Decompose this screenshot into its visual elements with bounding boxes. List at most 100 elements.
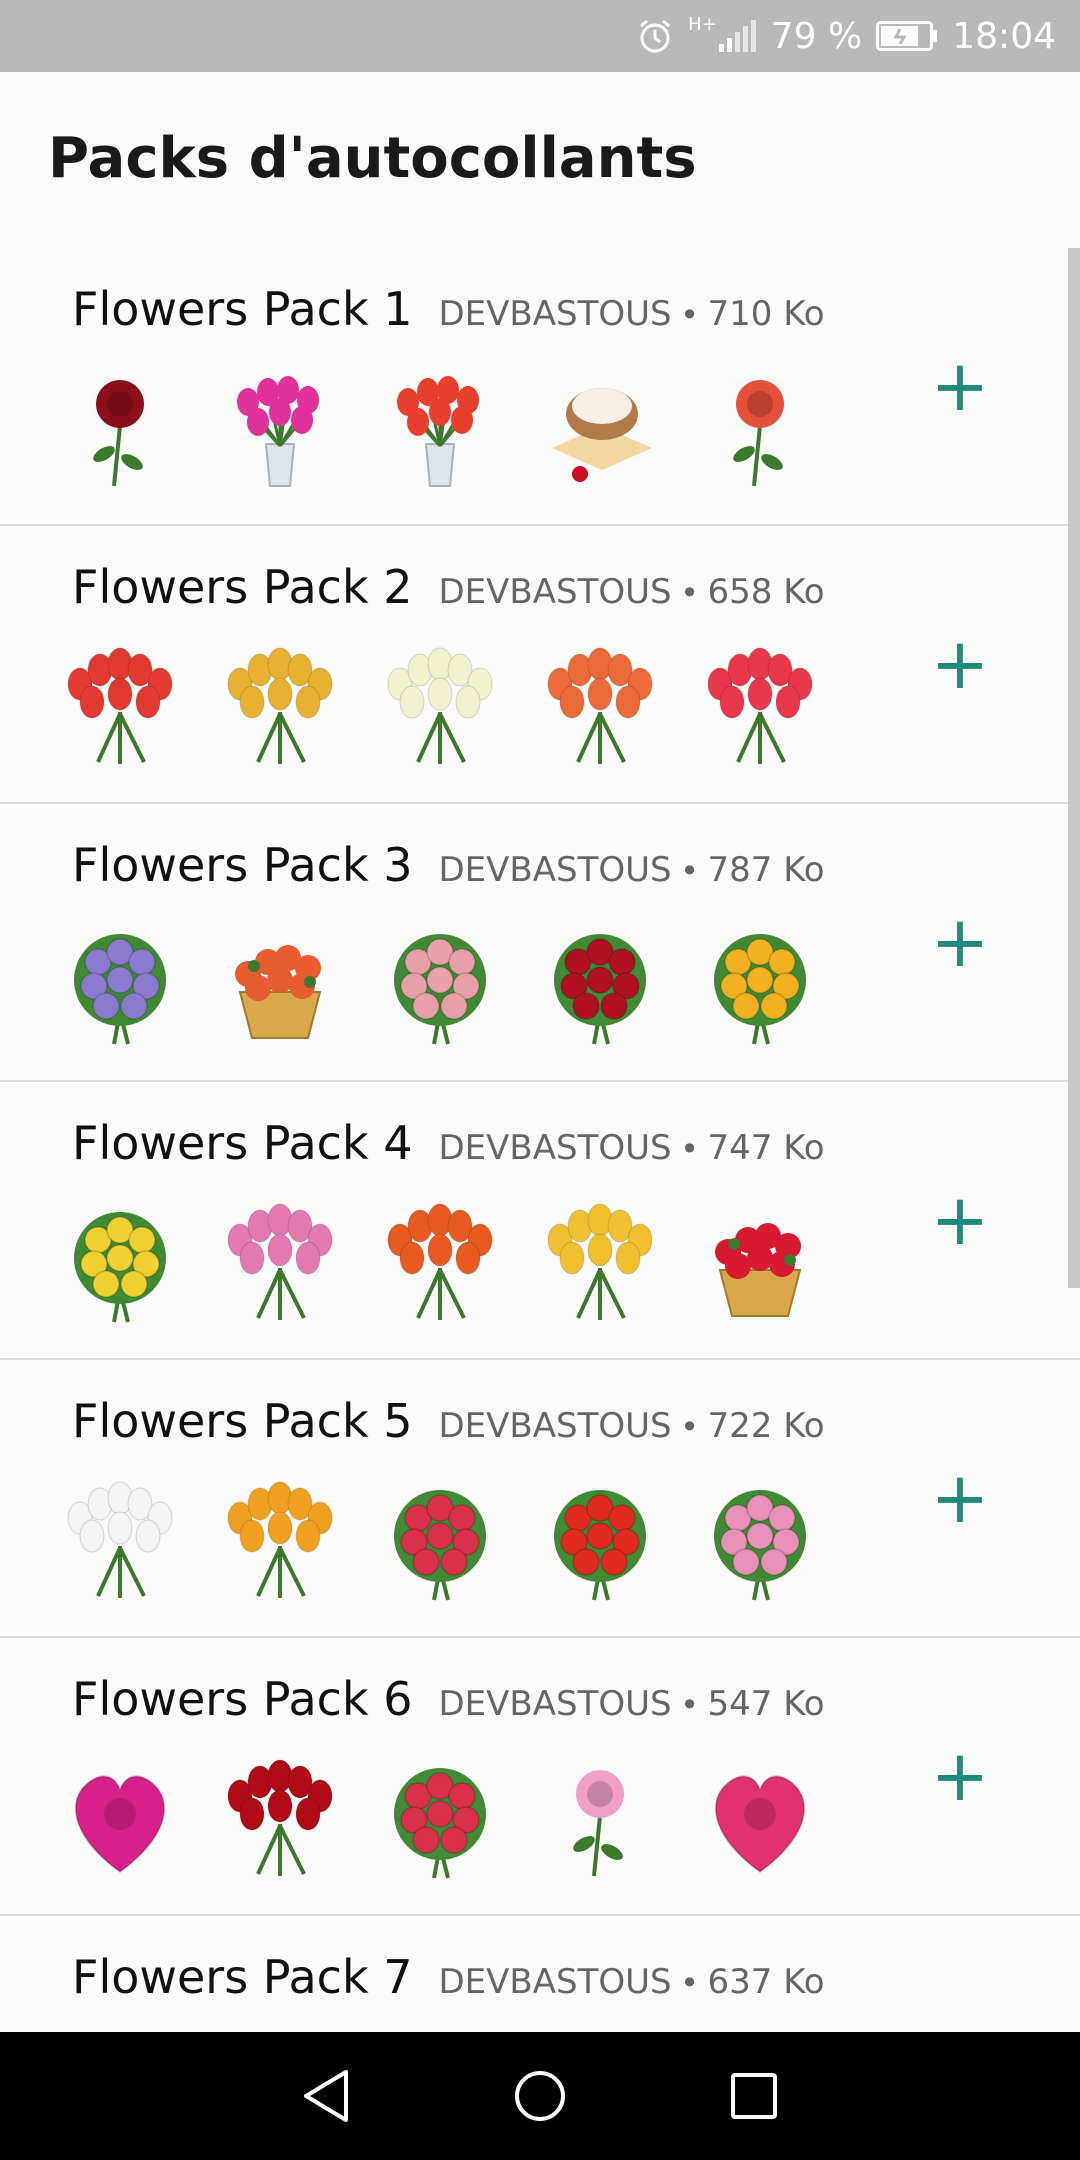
tulip-bouquet-sticker bbox=[67, 647, 173, 764]
pack-publisher: DEVBASTOUS bbox=[438, 850, 672, 890]
add-pack-button[interactable]: + bbox=[928, 2019, 992, 2032]
pack-size: 747 Ko bbox=[707, 1128, 825, 1168]
rose-bouquet-sticker bbox=[394, 1768, 486, 1879]
sticker-preview-row bbox=[58, 1200, 822, 1324]
rose-bouquet-sticker bbox=[394, 1490, 486, 1601]
sticker-preview-row bbox=[58, 644, 822, 768]
separator-dot: • bbox=[683, 573, 696, 611]
pack-publisher: DEVBASTOUS bbox=[438, 1962, 672, 2002]
recents-icon bbox=[731, 2073, 777, 2119]
navigation-bar bbox=[0, 2032, 1080, 2160]
sticker-pack-list[interactable]: Flowers Pack 1 DEVBASTOUS • 710 Ko + Flowers … bbox=[0, 248, 1080, 2032]
tulip-bouquet-sticker bbox=[67, 1481, 173, 1598]
sticker-preview-row bbox=[58, 1756, 822, 1880]
pack-name: Flowers Pack 3 bbox=[72, 838, 413, 892]
rose-bouquet-sticker bbox=[714, 1490, 806, 1601]
separator-dot: • bbox=[683, 1963, 696, 2001]
pack-size: 722 Ko bbox=[707, 1406, 825, 1446]
lily-bouquet-sticker bbox=[74, 934, 166, 1045]
pack-size: 710 Ko bbox=[707, 294, 825, 334]
tulip-bouquet-sticker bbox=[227, 647, 333, 764]
scrollbar[interactable] bbox=[1068, 248, 1080, 1288]
signal-icon bbox=[718, 20, 756, 52]
pack-header: Flowers Pack 6 DEVBASTOUS • 547 Ko bbox=[72, 1672, 825, 1726]
battery-percent: 79 % bbox=[770, 15, 863, 57]
sticker-pack-row[interactable]: Flowers Pack 2 DEVBASTOUS • 658 Ko + bbox=[0, 526, 1080, 804]
separator-dot: • bbox=[683, 1685, 696, 1723]
rose-bouquet-sticker bbox=[554, 934, 646, 1045]
network-type: H+ bbox=[688, 14, 717, 35]
tulip-vase-sticker bbox=[237, 376, 319, 487]
mixed-bouquet-sticker bbox=[227, 1481, 333, 1598]
pack-size: 547 Ko bbox=[707, 1684, 825, 1724]
heart-rose-sticker bbox=[714, 1775, 806, 1874]
battery-icon bbox=[876, 21, 938, 51]
recents-button[interactable] bbox=[722, 2064, 786, 2128]
plus-icon: + bbox=[930, 901, 990, 983]
tulip-bouquet-sticker bbox=[547, 1203, 653, 1320]
plus-icon: + bbox=[931, 2013, 990, 2032]
alarm-icon bbox=[640, 19, 671, 53]
tulip-bouquet-sticker bbox=[707, 647, 813, 764]
pack-header: Flowers Pack 2 DEVBASTOUS • 658 Ko bbox=[72, 560, 825, 614]
back-button[interactable] bbox=[294, 2064, 358, 2128]
back-icon bbox=[304, 2070, 348, 2122]
sticker-pack-row[interactable]: Flowers Pack 3 DEVBASTOUS • 787 Ko + bbox=[0, 804, 1080, 1082]
add-pack-button[interactable]: + bbox=[928, 629, 992, 699]
separator-dot: • bbox=[683, 1407, 696, 1445]
app-bar: Packs d'autocollants bbox=[0, 72, 1080, 248]
add-pack-button[interactable]: + bbox=[928, 907, 992, 977]
pack-publisher: DEVBASTOUS bbox=[438, 1406, 672, 1446]
rose-bouquet-sticker bbox=[74, 1212, 166, 1323]
pack-publisher: DEVBASTOUS bbox=[438, 572, 672, 612]
lotus-sticker bbox=[573, 1770, 624, 1877]
pack-header: Flowers Pack 5 DEVBASTOUS • 722 Ko bbox=[72, 1394, 825, 1448]
separator-dot: • bbox=[683, 295, 696, 333]
home-button[interactable] bbox=[508, 2064, 572, 2128]
heart-rose-sticker bbox=[74, 1775, 166, 1874]
clock: 18:04 bbox=[952, 15, 1056, 57]
add-pack-button[interactable]: + bbox=[928, 351, 992, 421]
add-pack-button[interactable]: + bbox=[928, 1463, 992, 1533]
pack-size: 787 Ko bbox=[707, 850, 825, 890]
cake-sticker bbox=[552, 388, 652, 482]
pack-size: 658 Ko bbox=[707, 572, 825, 612]
pack-header: Flowers Pack 7 DEVBASTOUS • 637 Ko bbox=[72, 1950, 825, 2004]
pack-size: 637 Ko bbox=[707, 1962, 825, 2002]
tulip-bouquet-sticker bbox=[387, 647, 493, 764]
page-title: Packs d'autocollants bbox=[48, 126, 697, 191]
pack-header: Flowers Pack 1 DEVBASTOUS • 710 Ko bbox=[72, 282, 825, 336]
rose-sticker bbox=[93, 380, 144, 487]
sticker-preview-row bbox=[58, 922, 822, 1046]
pack-publisher: DEVBASTOUS bbox=[438, 294, 672, 334]
add-pack-button[interactable]: + bbox=[928, 1741, 992, 1811]
plus-icon: + bbox=[930, 623, 990, 705]
separator-dot: • bbox=[683, 851, 696, 889]
sticker-pack-row[interactable]: Flowers Pack 4 DEVBASTOUS • 747 Ko + bbox=[0, 1082, 1080, 1360]
plus-icon: + bbox=[930, 1735, 990, 1817]
tulip-bouquet-sticker bbox=[387, 1203, 493, 1320]
rose-bouquet-sticker bbox=[394, 934, 486, 1045]
sticker-pack-row[interactable]: Flowers Pack 7 DEVBASTOUS • 637 Ko + bbox=[0, 1916, 1080, 2032]
pack-header: Flowers Pack 3 DEVBASTOUS • 787 Ko bbox=[72, 838, 825, 892]
plus-icon: + bbox=[930, 1457, 990, 1539]
tulip-bouquet-sticker bbox=[227, 1203, 333, 1320]
status-bar: H+ 79 % 18:04 bbox=[0, 0, 1080, 72]
rose-bouquet-sticker bbox=[227, 1759, 333, 1876]
plus-icon: + bbox=[930, 1179, 990, 1261]
sticker-preview-row bbox=[58, 366, 822, 490]
daisy-bouquet-sticker bbox=[714, 934, 806, 1045]
rose-sticker bbox=[733, 380, 784, 487]
pack-name: Flowers Pack 5 bbox=[72, 1394, 413, 1448]
separator-dot: • bbox=[683, 1129, 696, 1167]
tulip-bouquet-sticker bbox=[547, 647, 653, 764]
add-pack-button[interactable]: + bbox=[928, 1185, 992, 1255]
sticker-pack-row[interactable]: Flowers Pack 1 DEVBASTOUS • 710 Ko + bbox=[0, 248, 1080, 526]
carnation-basket-sticker bbox=[715, 1223, 802, 1317]
sticker-pack-row[interactable]: Flowers Pack 6 DEVBASTOUS • 547 Ko + bbox=[0, 1638, 1080, 1916]
tulip-vase-sticker bbox=[397, 376, 479, 487]
sticker-pack-row[interactable]: Flowers Pack 5 DEVBASTOUS • 722 Ko + bbox=[0, 1360, 1080, 1638]
sticker-preview-row bbox=[58, 1478, 822, 1602]
rose-bouquet-sticker bbox=[554, 1490, 646, 1601]
pack-name: Flowers Pack 4 bbox=[72, 1116, 413, 1170]
